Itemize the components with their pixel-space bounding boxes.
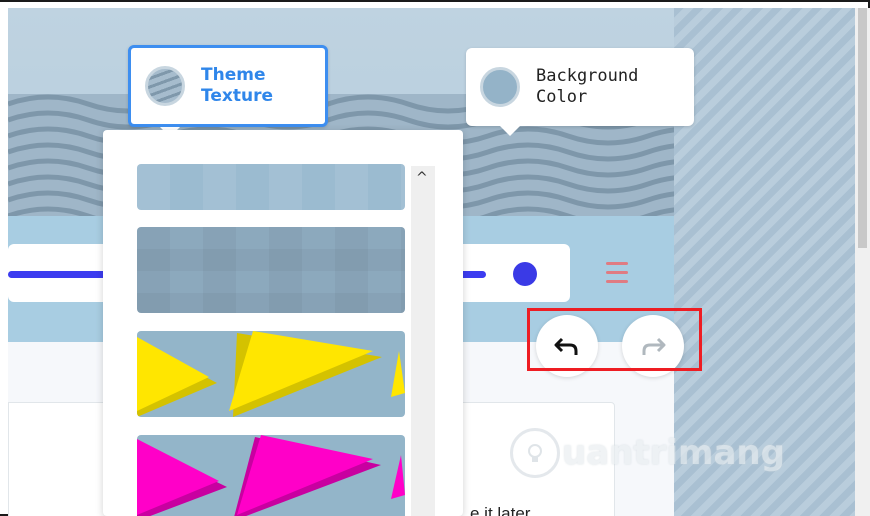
- highlight-annotation-box: [527, 308, 702, 371]
- background-color-selector[interactable]: Background Color: [466, 48, 694, 126]
- texture-option-light-blue[interactable]: [137, 164, 405, 210]
- theme-texture-selector[interactable]: Theme Texture: [128, 45, 328, 127]
- watermark-text: uantrimang: [562, 433, 785, 473]
- nav-dot: [513, 262, 537, 286]
- watermark-logo-icon: [510, 428, 560, 478]
- background-color-swatch: [480, 67, 520, 107]
- panel-scrollbar[interactable]: [411, 166, 435, 516]
- window-scrollbar-thumb[interactable]: [858, 8, 867, 248]
- theme-texture-label: Theme Texture: [201, 65, 273, 106]
- yellow-triangles-graphic: [137, 331, 405, 417]
- watermark: uantrimang: [510, 428, 785, 478]
- magenta-triangles-graphic: [137, 435, 405, 516]
- background-color-pointer: [500, 126, 520, 136]
- lightbulb-icon: [528, 444, 542, 462]
- texture-option-magenta-triangles[interactable]: [137, 435, 405, 516]
- content-card-left: [8, 402, 110, 516]
- texture-options-panel: ^: [103, 130, 463, 516]
- content-partial-text: e it later: [470, 504, 531, 516]
- texture-option-yellow-triangles[interactable]: [137, 331, 405, 417]
- hamburger-menu-icon[interactable]: [606, 262, 628, 284]
- background-color-label: Background Color: [536, 66, 639, 107]
- scroll-up-arrow-icon[interactable]: ^: [416, 170, 428, 186]
- theme-texture-swatch: [145, 66, 185, 106]
- texture-option-blue-gray[interactable]: [137, 227, 405, 313]
